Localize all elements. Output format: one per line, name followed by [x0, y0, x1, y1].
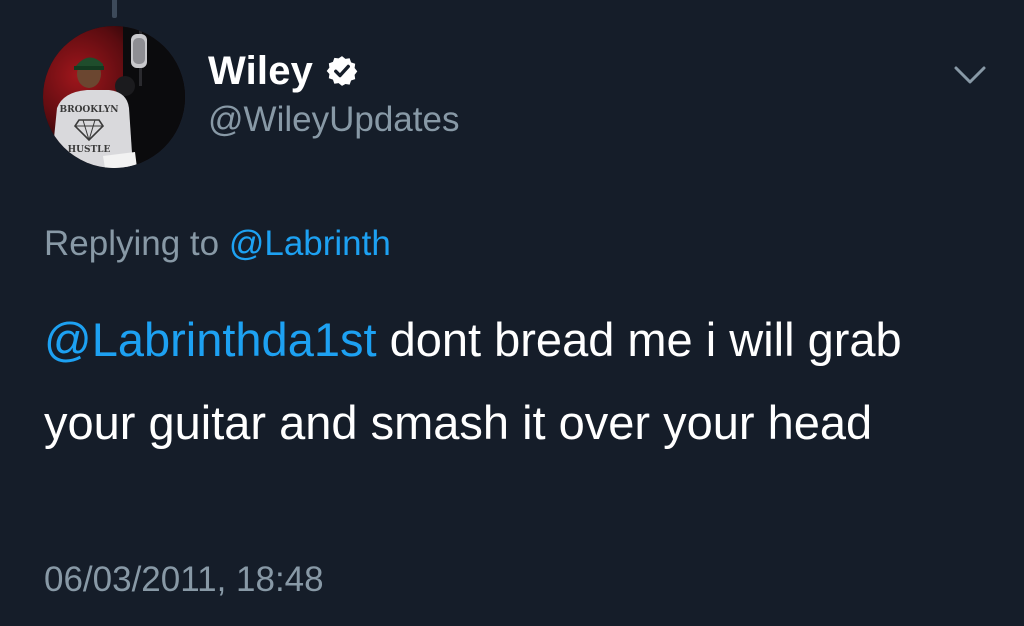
tweet-text: @Labrinthda1st dont bread me i will grab…: [44, 298, 944, 464]
reply-mention-link[interactable]: @Labrinth: [229, 224, 391, 263]
avatar[interactable]: BROOKLYN HUSTLE: [43, 26, 185, 168]
thread-connector-line: [112, 0, 117, 18]
chevron-down-icon[interactable]: [950, 60, 990, 90]
tweet-mention-link[interactable]: @Labrinthda1st: [44, 313, 377, 366]
avatar-photo: BROOKLYN HUSTLE: [43, 26, 185, 168]
avatar-text-top: BROOKLYN: [60, 105, 119, 115]
replying-to-label: Replying to: [44, 224, 229, 263]
tweet-timestamp[interactable]: 06/03/2011, 18:48: [44, 560, 324, 600]
verified-badge-icon: [325, 54, 359, 88]
display-name[interactable]: Wiley: [208, 49, 313, 94]
replying-to-line: Replying to @Labrinth: [44, 224, 391, 264]
user-handle[interactable]: @WileyUpdates: [208, 100, 459, 140]
tweet-header: Wiley @WileyUpdates: [208, 44, 459, 140]
display-name-row: Wiley: [208, 44, 459, 98]
avatar-text-bottom: HUSTLE: [68, 145, 111, 155]
